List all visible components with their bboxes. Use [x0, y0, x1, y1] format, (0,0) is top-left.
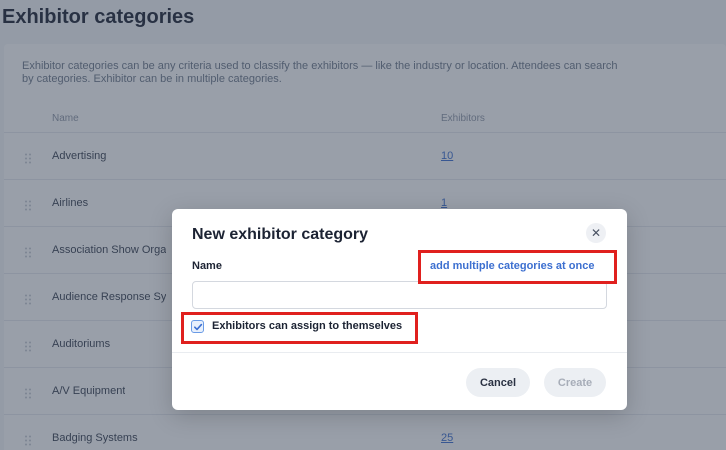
close-button[interactable]: ✕ [586, 223, 606, 243]
new-category-dialog: New exhibitor category ✕ Name add multip… [172, 209, 627, 410]
close-icon: ✕ [590, 226, 602, 240]
cancel-button[interactable]: Cancel [466, 368, 530, 397]
highlight-box-self-assign [181, 312, 418, 344]
category-name-input[interactable] [192, 281, 607, 309]
create-button[interactable]: Create [544, 368, 606, 397]
dialog-title: New exhibitor category [192, 226, 369, 243]
highlight-box-multiple-link [418, 250, 617, 284]
dialog-divider [172, 352, 627, 353]
name-label: Name [192, 260, 222, 272]
